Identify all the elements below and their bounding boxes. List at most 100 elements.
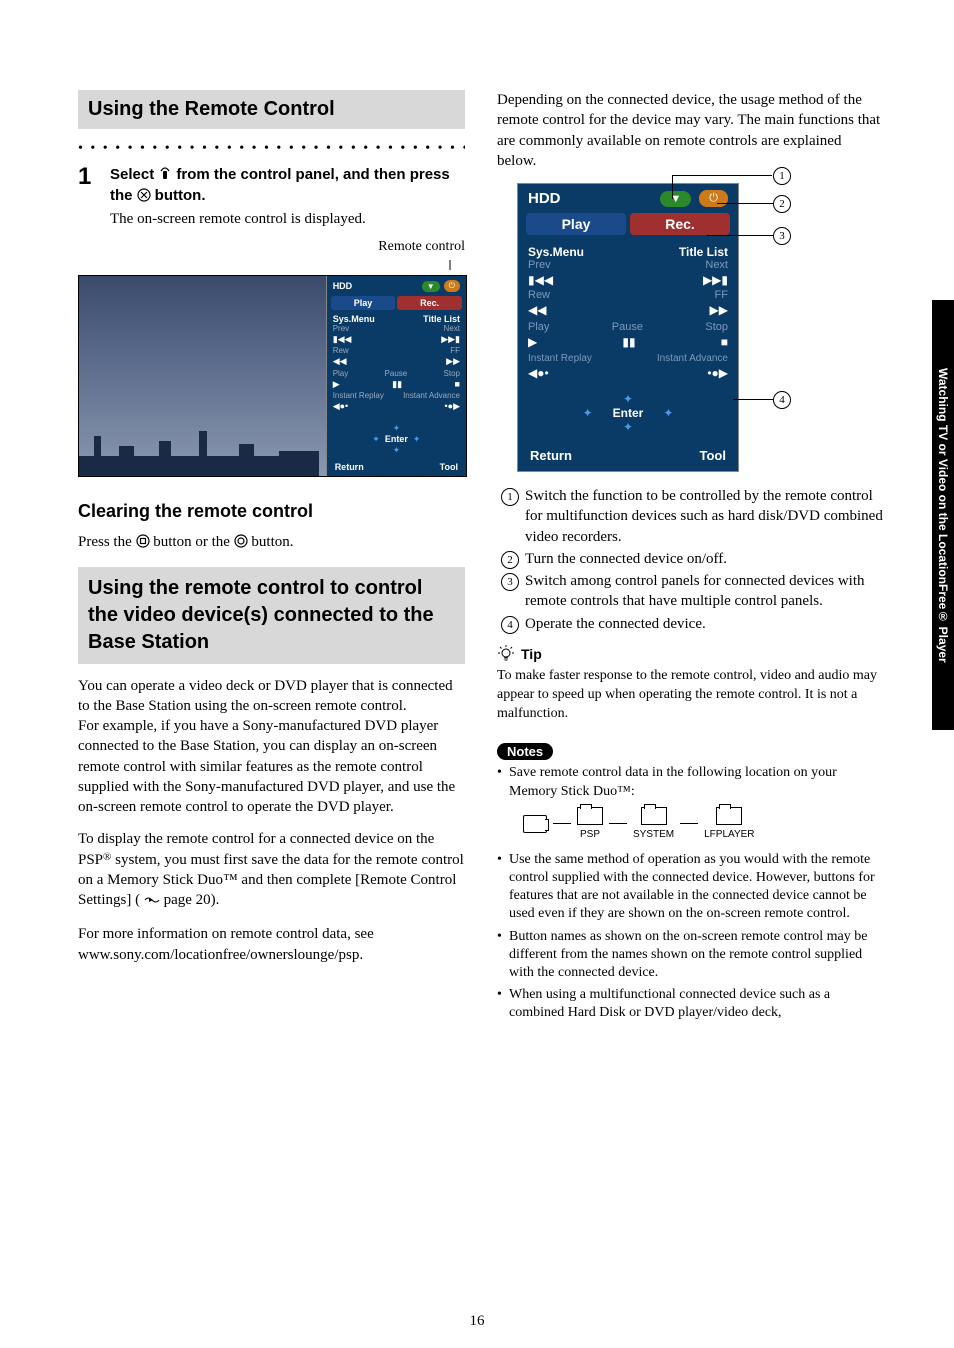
caption-leader-line	[435, 260, 465, 270]
step-body: Select from the control panel, and then …	[110, 165, 465, 229]
remote-ff[interactable]: ▶▶	[710, 303, 728, 317]
remote-ireplay[interactable]: ◀●•	[528, 366, 549, 380]
para-moreinfo: For more information on remote control d…	[78, 924, 465, 965]
figure-caption: Remote control	[78, 239, 465, 255]
mini-func-pill: ▼	[422, 281, 440, 292]
circled-2: 2	[501, 551, 519, 569]
subheading-clearing: Clearing the remote control	[78, 501, 465, 522]
note-2: Use the same method of operation as you …	[497, 851, 884, 924]
notes-list: Save remote control data in the followin…	[497, 764, 884, 1022]
x-button-icon	[137, 188, 151, 207]
note-1: Save remote control data in the followin…	[497, 764, 884, 840]
tip-bulb-icon	[497, 644, 515, 665]
callout-line-4	[733, 399, 773, 400]
remote-titlelist[interactable]: Title List	[679, 245, 728, 259]
folder-system-label: SYSTEM	[633, 828, 674, 841]
callout-3: 3	[773, 227, 791, 245]
skyline-silhouette	[79, 416, 319, 476]
pageref-hand-icon	[144, 892, 160, 912]
screenshot-figure: HDD ▼ ⏻ Play Rec. Sys.MenuTitle List Pre…	[78, 275, 467, 477]
callout-text-3: Switch among control panels for connecte…	[525, 571, 884, 612]
remote-rew-label: Rew	[528, 289, 550, 301]
remote-hdd-label: HDD	[528, 190, 561, 207]
remote-next-label: Next	[705, 259, 728, 271]
page-number: 16	[0, 1313, 954, 1330]
clearing-text: Press the button or the button.	[78, 532, 465, 554]
remote-down[interactable]: ✦	[518, 420, 738, 434]
remote-play[interactable]: ▶	[528, 335, 537, 349]
two-column-layout: Using the Remote Control • • • • • • • •…	[78, 90, 884, 1026]
manual-page: Watching TV or Video on the LocationFree…	[0, 0, 954, 1348]
remote-prev[interactable]: ▮◀◀	[528, 273, 553, 287]
section-heading-remote: Using the Remote Control	[78, 90, 465, 129]
remote-power-button[interactable]: ⏻	[699, 190, 728, 207]
tip-heading: Tip	[497, 644, 884, 665]
callout-line-1v	[672, 175, 673, 199]
step-text-a: Select	[110, 166, 158, 183]
side-tab-label: Watching TV or Video on the LocationFree…	[936, 368, 950, 663]
circled-3: 3	[501, 573, 519, 591]
callout-4: 4	[773, 391, 791, 409]
folder-lfplayer-label: LFPLAYER	[704, 828, 754, 841]
callout-1: 1	[773, 167, 791, 185]
remote-enter[interactable]: Enter	[613, 406, 644, 420]
square-button-icon	[136, 534, 150, 554]
tip-label: Tip	[521, 646, 542, 662]
tip-text: To make faster response to the remote co…	[497, 667, 884, 724]
remote-rec-tab[interactable]: Rec.	[630, 213, 730, 235]
callout-explanations: 1 Switch the function to be controlled by…	[497, 486, 884, 634]
mini-rec-tab: Rec.	[397, 296, 462, 310]
remote-rew[interactable]: ◀◀	[528, 303, 546, 317]
figure-background	[79, 276, 327, 476]
callout-line-3	[707, 235, 773, 236]
mini-play-tab: Play	[331, 296, 396, 310]
side-tab: Watching TV or Video on the LocationFree…	[932, 300, 954, 730]
circled-1: 1	[501, 488, 519, 506]
callout-line-1	[672, 175, 772, 176]
step-followup: The on-screen remote control is displaye…	[110, 209, 465, 229]
remote-icon	[158, 165, 172, 186]
remote-stop[interactable]: ■	[721, 335, 728, 349]
folder-lfplayer-icon	[716, 807, 742, 825]
left-column: Using the Remote Control • • • • • • • •…	[78, 90, 465, 1026]
note-4: When using a multifunctional connected d…	[497, 986, 884, 1022]
remote-right[interactable]: ✦	[663, 406, 673, 420]
remote-return[interactable]: Return	[530, 448, 572, 463]
figure-remote-overlay: HDD ▼ ⏻ Play Rec. Sys.MenuTitle List Pre…	[326, 276, 466, 476]
remote-panel: HDD ▼ ⏻ Play Rec. Sys.Menu Title List Pre…	[517, 183, 739, 472]
intro-para: Depending on the connected device, the u…	[497, 90, 884, 171]
step-text-c: button.	[155, 187, 206, 204]
remote-iadvance-label: Instant Advance	[657, 353, 728, 364]
section-heading-control-devices: Using the remote control to control the …	[78, 567, 465, 664]
remote-pause[interactable]: ▮▮	[622, 335, 635, 349]
remote-button-cluster: Sys.MenuTitle List PrevNext ▮◀◀▶▶▮ RewFF…	[518, 239, 738, 386]
memory-stick-path: PSP SYSTEM LFPLAYER	[523, 807, 884, 841]
remote-ireplay-label: Instant Replay	[528, 353, 592, 364]
remote-next[interactable]: ▶▶▮	[703, 273, 728, 287]
remote-sysmenu[interactable]: Sys.Menu	[528, 245, 584, 259]
memory-stick-icon	[523, 815, 547, 833]
remote-tool[interactable]: Tool	[700, 448, 726, 463]
remote-dpad: ✦ ✦ Enter ✦ ✦	[518, 386, 738, 440]
note-3: Button names as shown on the on-screen r…	[497, 928, 884, 983]
callout-line-2	[717, 203, 773, 204]
remote-play-tab[interactable]: Play	[526, 213, 626, 235]
mini-hdd-label: HDD	[333, 281, 353, 291]
folder-psp-icon	[577, 807, 603, 825]
para-display: To display the remote control for a conn…	[78, 829, 465, 912]
remote-up[interactable]: ✦	[518, 392, 738, 406]
remote-iadvance[interactable]: •●▶	[707, 366, 728, 380]
callout-text-1: Switch the function to be controlled by …	[525, 486, 884, 547]
remote-left[interactable]: ✦	[583, 406, 593, 420]
mini-power-pill: ⏻	[444, 280, 460, 292]
callout-2: 2	[773, 195, 791, 213]
remote-func-switch[interactable]: ▼	[660, 191, 691, 207]
callout-text-4: Operate the connected device.	[525, 614, 706, 634]
circled-4: 4	[501, 616, 519, 634]
circle-button-icon	[234, 534, 248, 554]
remote-prev-label: Prev	[528, 259, 551, 271]
folder-psp-label: PSP	[580, 828, 600, 841]
remote-stop-label: Stop	[705, 321, 728, 333]
right-column: Depending on the connected device, the u…	[497, 90, 884, 1026]
step-number: 1	[78, 165, 96, 189]
